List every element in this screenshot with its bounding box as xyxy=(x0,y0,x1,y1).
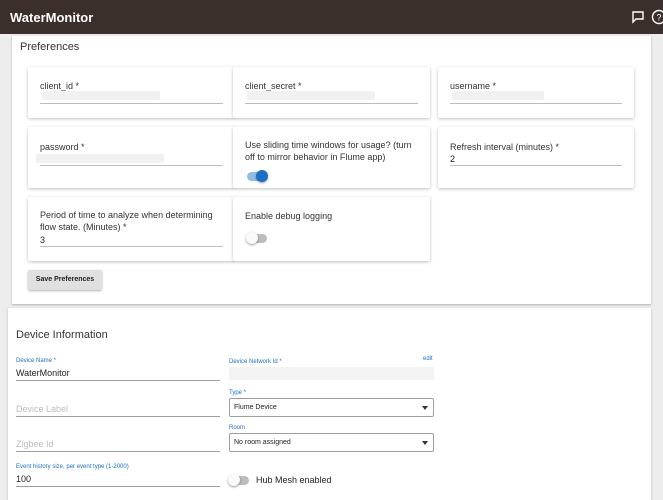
device-name-label: Device Name * xyxy=(16,358,57,364)
type-select[interactable]: Flume Device xyxy=(229,398,434,417)
zigbee-id-input[interactable]: Zigbee Id xyxy=(16,439,54,449)
save-preferences-button[interactable]: Save Preferences xyxy=(28,270,102,290)
room-select-value: No room assigned xyxy=(234,439,291,446)
device-info-panel: Device Information Device Name * WaterMo… xyxy=(8,308,651,500)
period-label: Period of time to analyze when determini… xyxy=(40,210,213,232)
app-title: WaterMonitor xyxy=(10,10,94,25)
network-id-edit-link[interactable]: edit xyxy=(423,356,433,362)
type-label: Type * xyxy=(229,390,247,396)
username-value xyxy=(452,91,544,100)
chevron-down-icon xyxy=(422,406,428,410)
period-input[interactable] xyxy=(40,246,223,247)
client-secret-value xyxy=(247,91,375,100)
help-icon[interactable]: ? xyxy=(651,9,663,25)
chevron-down-icon xyxy=(422,441,428,445)
app-bar: WaterMonitor ? xyxy=(0,0,663,34)
hub-mesh-label: Hub Mesh enabled xyxy=(256,475,332,485)
period-card: Period of time to analyze when determini… xyxy=(28,197,235,261)
refresh-interval-input[interactable] xyxy=(450,165,622,166)
client-secret-input[interactable] xyxy=(245,103,418,104)
password-value xyxy=(36,154,164,163)
sliding-windows-label: Use sliding time windows for usage? (tur… xyxy=(245,140,412,162)
debug-logging-label: Enable debug logging xyxy=(245,211,333,221)
room-select[interactable]: No room assigned xyxy=(229,433,434,452)
username-input[interactable] xyxy=(450,103,622,104)
event-history-label: Event history size, per event type (1-20… xyxy=(16,464,129,470)
device-info-title: Device Information xyxy=(16,329,108,341)
event-history-value: 100 xyxy=(16,474,32,484)
room-label: Room xyxy=(229,425,246,431)
password-input[interactable] xyxy=(40,165,223,166)
refresh-interval-label: Refresh interval (minutes) * xyxy=(450,142,560,152)
debug-logging-toggle[interactable] xyxy=(246,232,267,244)
client-id-card: client_id * xyxy=(28,67,235,118)
debug-logging-card: Enable debug logging xyxy=(233,197,430,261)
refresh-interval-card: Refresh interval (minutes) * 2 xyxy=(438,127,634,188)
device-name-value: WaterMonitor xyxy=(16,368,70,378)
network-id-input xyxy=(229,367,434,380)
sliding-windows-toggle[interactable] xyxy=(247,170,268,182)
password-card: password * xyxy=(28,127,235,188)
preferences-panel: Preferences client_id * client_secret * … xyxy=(12,36,651,304)
network-id-label: Device Network Id * xyxy=(229,359,282,365)
refresh-interval-value: 2 xyxy=(450,154,456,164)
period-value: 3 xyxy=(40,235,46,245)
sliding-windows-card: Use sliding time windows for usage? (tur… xyxy=(233,127,430,188)
preferences-title: Preferences xyxy=(20,41,80,53)
client-id-value xyxy=(42,91,160,100)
svg-text:?: ? xyxy=(656,13,661,23)
event-history-input[interactable] xyxy=(16,486,220,487)
password-label: password * xyxy=(40,142,85,152)
hub-mesh-toggle[interactable] xyxy=(228,474,249,486)
chat-icon[interactable] xyxy=(630,9,646,25)
device-label-underline xyxy=(16,416,220,417)
zigbee-id-underline xyxy=(16,451,220,452)
client-secret-card: client_secret * xyxy=(233,67,430,118)
device-label-input[interactable]: Device Label xyxy=(16,404,68,414)
username-card: username * xyxy=(438,67,634,118)
type-select-value: Flume Device xyxy=(234,404,277,411)
device-name-input[interactable] xyxy=(16,380,220,381)
client-id-input[interactable] xyxy=(40,103,223,104)
